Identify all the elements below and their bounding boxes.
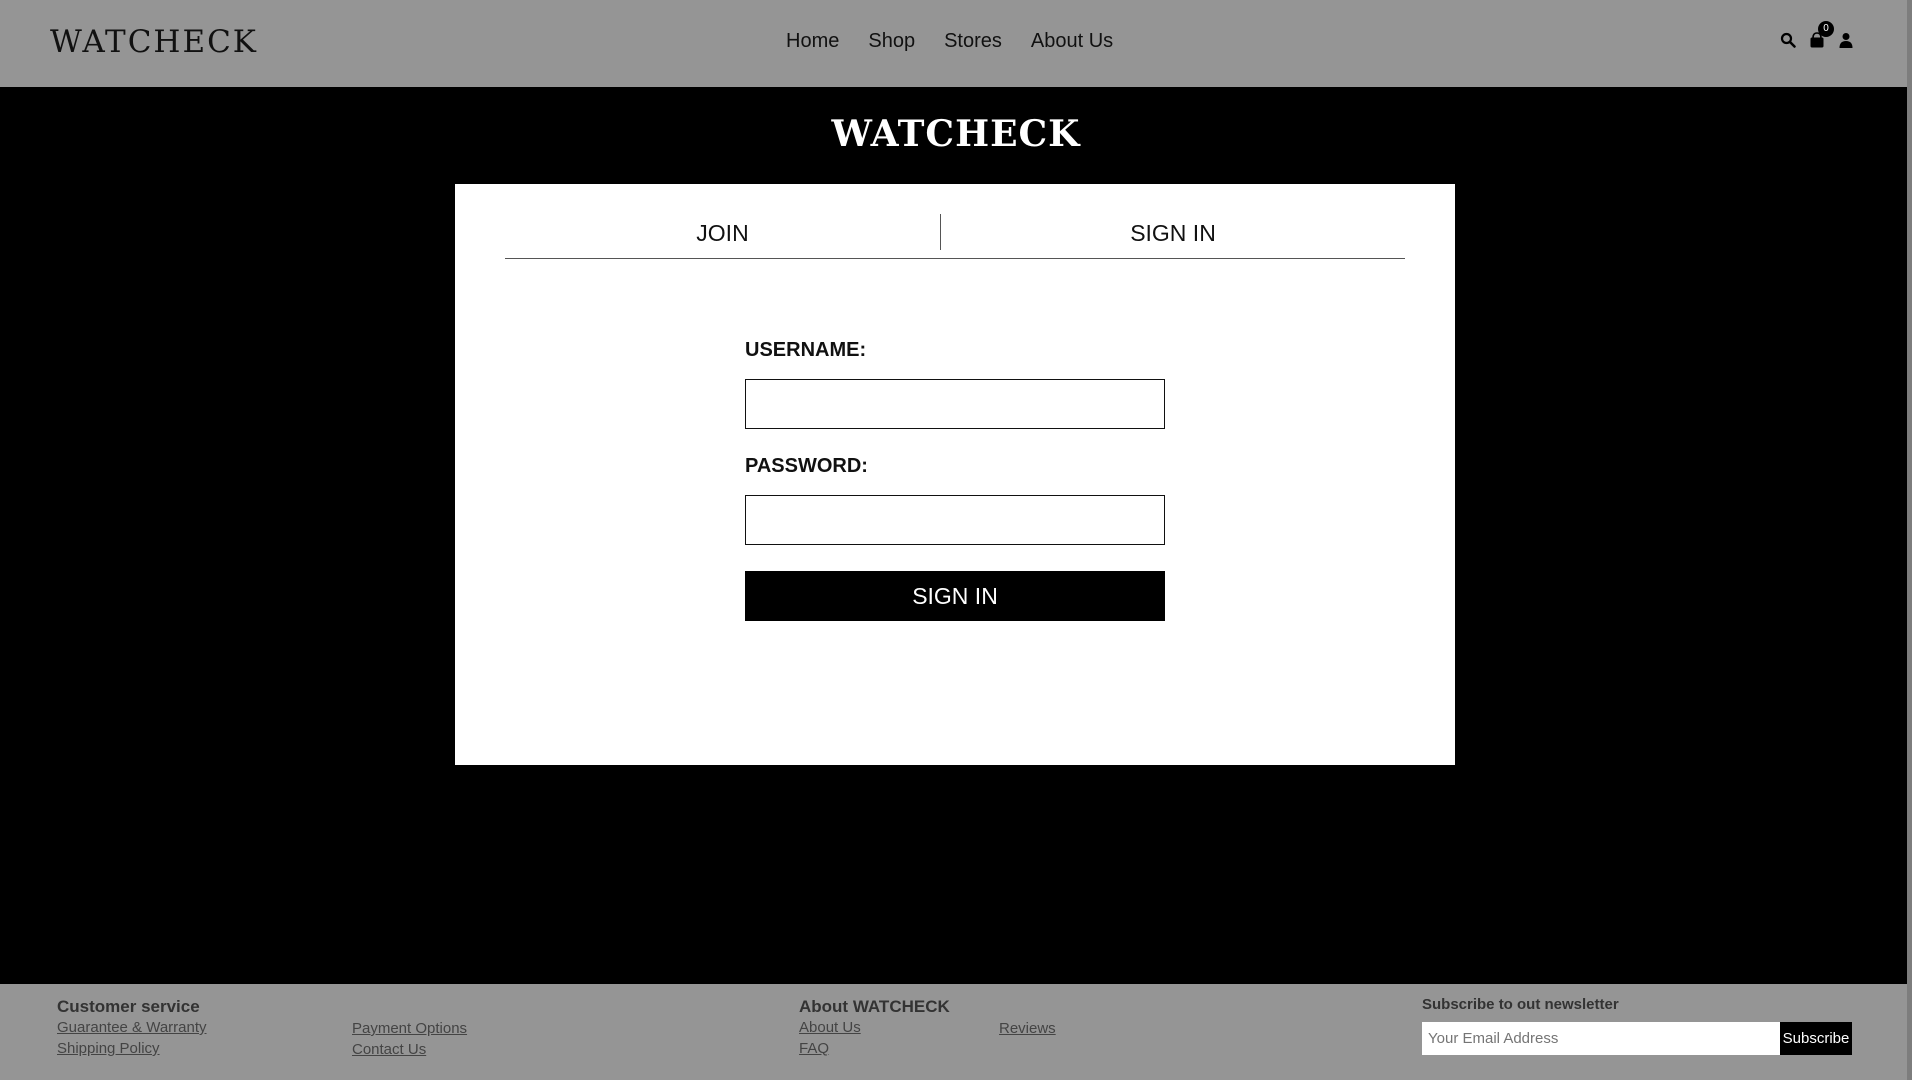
header-icons: 0 <box>1780 21 1854 48</box>
footer-about: About WATCHECK About Us FAQ <box>799 997 950 1059</box>
newsletter-email-input[interactable] <box>1422 1022 1780 1055</box>
footer-about-heading: About WATCHECK <box>799 997 950 1016</box>
auth-tabs: JOIN SIGN IN <box>505 204 1405 259</box>
auth-card: JOIN SIGN IN USERNAME: PASSWORD: SIGN IN <box>455 184 1455 765</box>
password-input[interactable] <box>745 495 1165 545</box>
footer-customer-service: Customer service Guarantee & Warranty Sh… <box>57 997 207 1059</box>
tab-sign-in[interactable]: SIGN IN <box>941 204 1405 258</box>
search-icon[interactable] <box>1780 32 1796 48</box>
nav-shop[interactable]: Shop <box>868 30 915 53</box>
page-title: WATCHECK <box>831 113 1081 155</box>
footer-link-about-us[interactable]: About Us <box>799 1017 950 1038</box>
nav-home[interactable]: Home <box>786 30 839 53</box>
cart-count-badge: 0 <box>1818 21 1834 37</box>
footer-link-guarantee[interactable]: Guarantee & Warranty <box>57 1017 207 1038</box>
newsletter-heading: Subscribe to out newsletter <box>1422 996 1619 1013</box>
subscribe-button[interactable]: Subscribe <box>1780 1022 1852 1055</box>
nav-stores[interactable]: Stores <box>944 30 1002 53</box>
footer-about-col2: Reviews <box>999 1018 1056 1039</box>
page-scrollbar[interactable] <box>1907 0 1912 1080</box>
username-input[interactable] <box>745 379 1165 429</box>
user-icon[interactable] <box>1838 32 1854 48</box>
username-label: USERNAME: <box>745 339 867 361</box>
sign-in-form: USERNAME: PASSWORD: SIGN IN <box>745 339 1165 621</box>
main-nav: Home Shop Stores About Us <box>0 0 1912 87</box>
nav-about-us[interactable]: About Us <box>1031 30 1113 53</box>
cart-icon[interactable]: 0 <box>1809 21 1834 48</box>
footer-customer-service-heading: Customer service <box>57 997 200 1016</box>
sign-in-button[interactable]: SIGN IN <box>745 571 1165 621</box>
footer-link-reviews[interactable]: Reviews <box>999 1018 1056 1039</box>
password-label: PASSWORD: <box>745 455 868 477</box>
tab-join[interactable]: JOIN <box>505 204 940 258</box>
footer-link-shipping[interactable]: Shipping Policy <box>57 1038 207 1059</box>
footer-customer-service-col2: Payment Options Contact Us <box>352 1018 467 1060</box>
footer-link-payment[interactable]: Payment Options <box>352 1018 467 1039</box>
site-header: WATCHECK Home Shop Stores About Us 0 <box>0 0 1912 87</box>
footer-link-contact[interactable]: Contact Us <box>352 1039 467 1060</box>
site-footer: Customer service Guarantee & Warranty Sh… <box>0 984 1907 1080</box>
footer-link-faq[interactable]: FAQ <box>799 1038 950 1059</box>
